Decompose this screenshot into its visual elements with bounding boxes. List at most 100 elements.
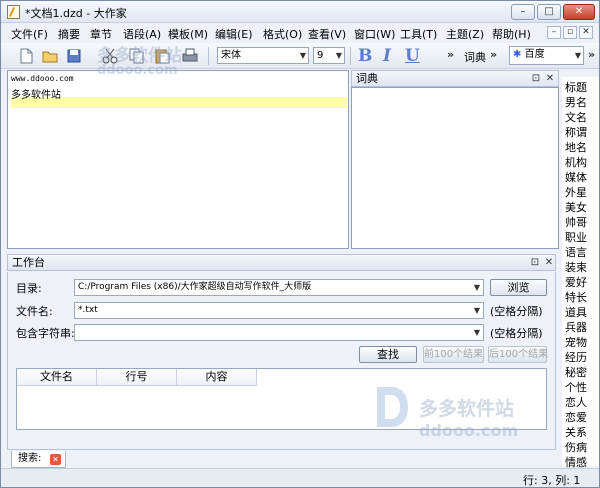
dir-select[interactable]: C:/Program Files (x86)/大作家超级自动写作软件_大师版 ▼ [74, 279, 484, 296]
category-item[interactable]: 个性 [565, 379, 599, 395]
font-size-value: 9 [317, 50, 324, 61]
menu-paragraph[interactable]: 语段(A) [123, 26, 161, 42]
category-item[interactable]: 称谓 [565, 124, 599, 140]
category-item[interactable]: 语言 [565, 244, 599, 260]
category-item[interactable]: 秘密 [565, 364, 599, 380]
menu-summary[interactable]: 摘要 [58, 26, 80, 42]
next-results-button[interactable]: 后100个结果 [488, 346, 548, 363]
menu-theme[interactable]: 主题(Z) [446, 26, 484, 42]
mdi-minimize-button[interactable]: – [547, 26, 561, 39]
cursor-position: 行: 3, 列: 1 [523, 474, 581, 487]
save-icon[interactable] [65, 47, 83, 65]
contains-hint: (空格分隔) [490, 327, 543, 340]
column-header-content[interactable]: 内容 [177, 369, 257, 386]
category-item[interactable]: 恋人 [565, 394, 599, 410]
workbench-header: 工作台 ⊡ ✕ [7, 254, 556, 271]
menu-chapter[interactable]: 章节 [90, 26, 112, 42]
app-pen-icon [7, 5, 20, 19]
category-item[interactable]: 美女 [565, 199, 599, 215]
bold-button[interactable]: B [358, 46, 372, 66]
category-item[interactable]: 帅哥 [565, 214, 599, 230]
menu-edit[interactable]: 编辑(E) [215, 26, 253, 42]
category-item[interactable]: 爱好 [565, 274, 599, 290]
mdi-restore-button[interactable]: ▫ [563, 26, 577, 39]
chevron-down-icon: ▼ [473, 283, 480, 292]
toolbar-separator [350, 47, 351, 65]
menu-format[interactable]: 格式(O) [263, 26, 302, 42]
toolbar-overflow-icon[interactable]: » [588, 48, 595, 61]
category-item[interactable]: 男名 [565, 94, 599, 110]
contains-label: 包含字符串: [16, 327, 75, 340]
column-header-line[interactable]: 行号 [97, 369, 177, 386]
mdi-close-button[interactable]: ✕ [579, 26, 593, 39]
category-item[interactable]: 兵器 [565, 319, 599, 335]
category-item[interactable]: 恋爱 [565, 409, 599, 425]
print-icon[interactable] [181, 47, 199, 65]
menu-window[interactable]: 窗口(W) [354, 26, 395, 42]
category-item[interactable]: 机构 [565, 154, 599, 170]
find-button[interactable]: 查找 [359, 346, 417, 363]
dict-panel-header: 词典 ⊡ ✕ [351, 70, 559, 87]
close-button[interactable]: ✕ [563, 4, 595, 20]
category-item[interactable]: 地名 [565, 139, 599, 155]
font-family-value: 宋体 [221, 50, 241, 61]
editor-line: www.ddooo.com [11, 74, 74, 83]
category-item[interactable]: 外星 [565, 184, 599, 200]
category-item[interactable]: 标题 [565, 79, 599, 95]
menu-tools[interactable]: 工具(T) [400, 26, 437, 42]
dict-toolbar-button[interactable]: 词典 [464, 49, 486, 65]
browse-button[interactable]: 浏览 [490, 279, 547, 296]
category-item[interactable]: 经历 [565, 349, 599, 365]
menu-bar: 文件(F) 摘要 章节 语段(A) 模板(M) 编辑(E) 格式(O) 查看(V… [1, 23, 599, 43]
search-engine-select[interactable]: ✱ 百度 ▼ [509, 46, 584, 65]
watermark-logo-icon [377, 387, 408, 427]
toolbar-overflow-icon[interactable]: » [447, 48, 454, 61]
chevron-down-icon: ▼ [473, 306, 480, 315]
menu-view[interactable]: 查看(V) [308, 26, 346, 42]
chevron-down-icon: ▼ [473, 328, 480, 337]
pin-icon[interactable]: ⊡ [529, 256, 541, 269]
dir-label: 目录: [16, 282, 42, 295]
font-size-select[interactable]: 9 ▼ [313, 47, 345, 64]
toolbar-overflow-icon[interactable]: » [490, 48, 497, 61]
filename-label: 文件名: [16, 305, 53, 318]
category-item[interactable]: 媒体 [565, 169, 599, 185]
filename-select[interactable]: *.txt ▼ [74, 302, 484, 319]
tab-search[interactable]: 搜索: ✕ [11, 451, 66, 468]
pin-icon[interactable]: ⊡ [530, 72, 542, 85]
category-item[interactable]: 特长 [565, 289, 599, 305]
menu-file[interactable]: 文件(F) [11, 26, 48, 42]
category-item[interactable]: 职业 [565, 229, 599, 245]
tab-search-label: 搜索: [18, 453, 42, 464]
dir-value: C:/Program Files (x86)/大作家超级自动写作软件_大师版 [78, 282, 312, 292]
category-item[interactable]: 关系 [565, 424, 599, 440]
dict-close-icon[interactable]: ✕ [544, 72, 556, 85]
category-item[interactable]: 伤病 [565, 439, 599, 455]
chevron-down-icon: ▼ [299, 51, 306, 60]
menu-template[interactable]: 模板(M) [168, 26, 208, 42]
tab-bar: 搜索: ✕ [7, 450, 556, 468]
menu-help[interactable]: 帮助(H) [492, 26, 531, 42]
category-item[interactable]: 道具 [565, 304, 599, 320]
workbench-close-icon[interactable]: ✕ [543, 256, 555, 269]
watermark-url: ddooo.com [97, 63, 178, 78]
tab-close-icon[interactable]: ✕ [50, 454, 61, 465]
new-document-icon[interactable] [17, 47, 35, 65]
column-header-filename[interactable]: 文件名 [17, 369, 97, 386]
dict-panel-body[interactable] [351, 87, 559, 249]
chevron-down-icon: ▼ [335, 51, 342, 60]
category-item[interactable]: 宠物 [565, 334, 599, 350]
prev-results-button[interactable]: 前100个结果 [423, 346, 484, 363]
category-item[interactable]: 装束 [565, 259, 599, 275]
italic-button[interactable]: I [383, 46, 391, 66]
search-engine-value: 百度 [524, 49, 545, 60]
underline-button[interactable]: U [405, 46, 420, 66]
workbench-title: 工作台 [12, 256, 45, 269]
maximize-button[interactable]: □ [537, 4, 561, 20]
category-item[interactable]: 文名 [565, 109, 599, 125]
editor-area[interactable]: www.ddooo.com 多多软件站 [7, 70, 349, 249]
open-folder-icon[interactable] [41, 47, 59, 65]
contains-select[interactable]: ▼ [74, 324, 484, 341]
minimize-button[interactable]: – [511, 4, 535, 20]
font-family-select[interactable]: 宋体 ▼ [217, 47, 309, 64]
